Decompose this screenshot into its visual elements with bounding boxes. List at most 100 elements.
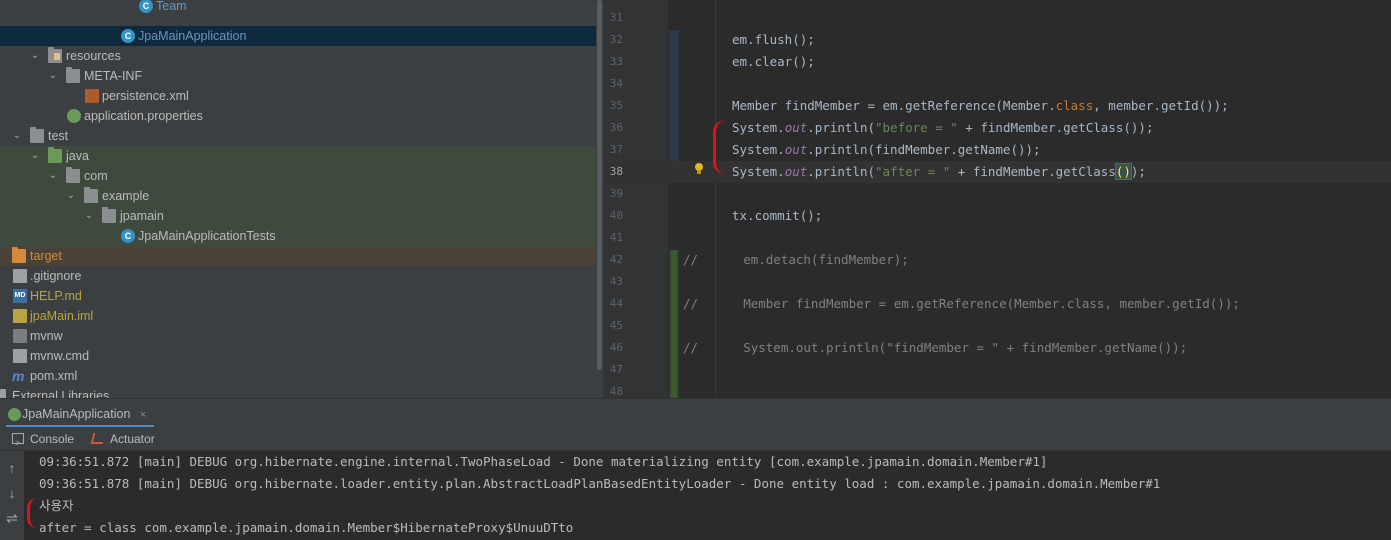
- code-token: System.: [732, 164, 785, 179]
- code-token: );: [1130, 164, 1146, 179]
- tree-item-team[interactable]: C Team: [0, 0, 596, 16]
- tree-item-label: com: [84, 169, 108, 183]
- markdown-file-icon: MD: [13, 289, 27, 303]
- shell-file-icon: [13, 329, 27, 343]
- tree-item-label: resources: [66, 49, 121, 63]
- code-editor[interactable]: 31 32 em.flush(); 33 em.clear(); 34 35 M…: [603, 0, 1391, 398]
- package-icon: [66, 167, 80, 183]
- line-number: 42: [609, 253, 623, 266]
- line-number: 32: [609, 33, 623, 46]
- tree-item-resources[interactable]: ⌄ resources: [0, 46, 596, 66]
- tree-item-jpamainapplicationtests[interactable]: C JpaMainApplicationTests: [0, 226, 596, 246]
- tree-item-label: mvnw: [30, 329, 63, 343]
- tree-item-mvnw-cmd[interactable]: mvnw.cmd: [0, 346, 596, 366]
- tree-item-jpamain[interactable]: ⌄ jpamain: [0, 206, 596, 226]
- chevron-down-icon[interactable]: ⌄: [65, 186, 77, 206]
- line-number: 40: [609, 209, 623, 222]
- console-output[interactable]: 09:36:51.872 [main] DEBUG org.hibernate.…: [39, 451, 1389, 539]
- line-number: 31: [609, 11, 623, 24]
- code-token: + findMember.getClass());: [957, 120, 1154, 135]
- comment-line[interactable]: // em.detach(findMember);: [683, 249, 909, 271]
- scrollbar-thumb[interactable]: [597, 0, 602, 370]
- tree-item-target[interactable]: target: [0, 246, 596, 266]
- soft-wrap-icon[interactable]: ⇌: [0, 507, 24, 529]
- tree-item-external-libraries[interactable]: External Libraries: [0, 386, 596, 398]
- file-icon: [13, 269, 27, 283]
- tree-item-label: External Libraries: [12, 389, 110, 398]
- code-line[interactable]: System.out.println("before = " + findMem…: [732, 117, 1153, 139]
- tree-item-java[interactable]: ⌄ java: [0, 146, 596, 166]
- code-line[interactable]: System.out.println(findMember.getName())…: [732, 139, 1041, 161]
- chevron-down-icon[interactable]: ⌄: [83, 206, 95, 226]
- tree-item-help-md[interactable]: MD HELP.md: [0, 286, 596, 306]
- spring-boot-class-icon: C: [121, 29, 135, 43]
- run-tab-bar: JpaMainApplication ×: [0, 398, 1391, 428]
- tree-item-label: example: [102, 189, 150, 203]
- line-number: 43: [609, 275, 623, 288]
- project-tree: C Team C JpaMainApplication ⌄ resources …: [0, 0, 603, 398]
- chevron-down-icon[interactable]: ⌄: [47, 66, 59, 86]
- code-line[interactable]: Member findMember = em.getReference(Memb…: [732, 95, 1229, 117]
- tree-item-label: java: [66, 149, 89, 163]
- scroll-up-icon[interactable]: ↑: [0, 457, 24, 479]
- chevron-down-icon[interactable]: ⌄: [11, 126, 23, 146]
- test-source-folder-icon: [48, 147, 62, 163]
- library-icon: [0, 389, 6, 398]
- tree-item-label: mvnw.cmd: [30, 349, 90, 363]
- static-field-token: out: [784, 142, 808, 157]
- static-field-token: out: [784, 120, 808, 135]
- package-icon: [102, 207, 116, 223]
- chevron-down-icon[interactable]: ⌄: [47, 166, 59, 186]
- close-icon[interactable]: ×: [140, 409, 146, 421]
- tree-item-test[interactable]: ⌄ test: [0, 126, 596, 146]
- line-number: 34: [609, 77, 623, 90]
- console-line: after = class com.example.jpamain.domain…: [39, 520, 574, 535]
- tree-item-pom-xml[interactable]: m pom.xml: [0, 366, 596, 386]
- code-line[interactable]: em.clear();: [732, 51, 815, 73]
- scroll-down-icon[interactable]: ↓: [0, 482, 24, 504]
- keyword-token: class: [1055, 98, 1094, 113]
- code-line[interactable]: em.flush();: [732, 29, 815, 51]
- spring-properties-icon: [67, 109, 81, 123]
- matched-brace-token: (): [1114, 163, 1132, 180]
- tree-item-gitignore[interactable]: .gitignore: [0, 266, 596, 286]
- tab-label: Actuator: [110, 432, 155, 446]
- tab-actuator[interactable]: Actuator: [90, 427, 155, 451]
- tree-item-persistence-xml[interactable]: persistence.xml: [0, 86, 596, 106]
- lightbulb-icon[interactable]: [694, 163, 704, 175]
- tree-item-meta-inf[interactable]: ⌄ META-INF: [0, 66, 596, 86]
- tree-item-label: pom.xml: [30, 369, 78, 383]
- class-icon: C: [139, 0, 153, 13]
- run-tab-jpamainapplication[interactable]: JpaMainApplication ×: [6, 401, 155, 428]
- tree-item-jpamainapplication[interactable]: C JpaMainApplication: [0, 26, 596, 46]
- line-number: 35: [609, 99, 623, 112]
- tree-item-mvnw[interactable]: mvnw: [0, 326, 596, 346]
- xml-file-icon: [85, 89, 99, 103]
- tree-item-label: jpaMain.iml: [30, 309, 94, 323]
- line-number: 37: [609, 143, 623, 156]
- code-line[interactable]: System.out.println("after = " + findMemb…: [732, 161, 1146, 183]
- spring-boot-run-icon: [8, 408, 21, 421]
- tree-item-label: META-INF: [84, 69, 143, 83]
- tree-item-label: JpaMainApplicationTests: [138, 229, 276, 243]
- code-token: Member findMember = em.getReference(Memb…: [732, 98, 1056, 113]
- tree-scrollbar[interactable]: [596, 0, 603, 398]
- tree-item-application-properties[interactable]: application.properties: [0, 106, 596, 126]
- tree-item-label: jpamain: [120, 209, 164, 223]
- tree-item-example[interactable]: ⌄ example: [0, 186, 596, 206]
- chevron-down-icon[interactable]: ⌄: [29, 146, 41, 166]
- console-tool-tabs: Console Actuator: [0, 427, 1391, 455]
- code-token: .println(: [807, 164, 875, 179]
- tab-label: Console: [30, 432, 75, 446]
- code-token: , member.getId());: [1093, 98, 1229, 113]
- chevron-down-icon[interactable]: ⌄: [29, 46, 41, 66]
- code-line[interactable]: tx.commit();: [732, 205, 822, 227]
- tree-item-jpamain-iml[interactable]: jpaMain.iml: [0, 306, 596, 326]
- folder-icon: [30, 127, 44, 143]
- comment-line[interactable]: // System.out.println("findMember = " + …: [683, 337, 1187, 359]
- tree-item-label: persistence.xml: [102, 89, 189, 103]
- comment-line[interactable]: // Member findMember = em.getReference(M…: [683, 293, 1240, 315]
- tree-item-label: HELP.md: [30, 289, 82, 303]
- tree-item-com[interactable]: ⌄ com: [0, 166, 596, 186]
- tab-console[interactable]: Console: [12, 427, 75, 455]
